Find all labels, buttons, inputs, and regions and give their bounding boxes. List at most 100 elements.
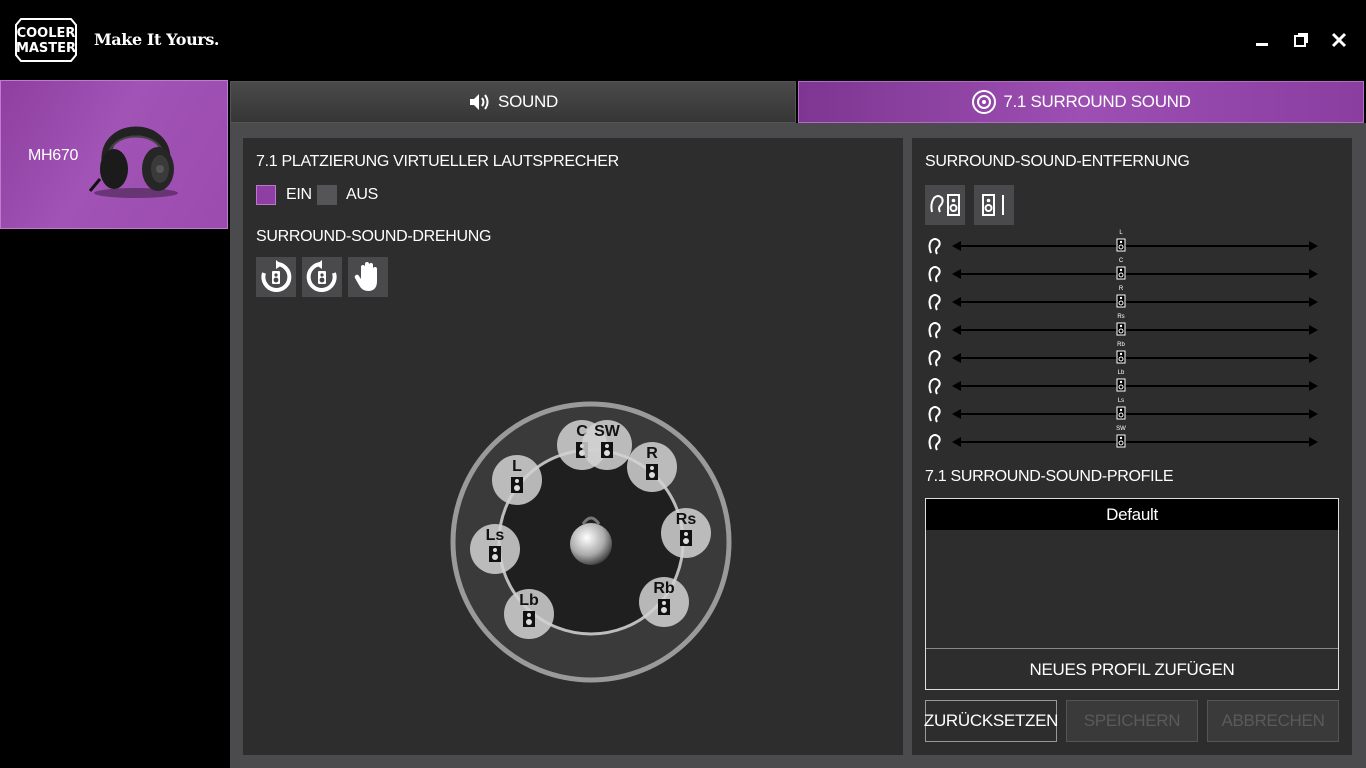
distance-channel-label: Rb bbox=[1117, 342, 1125, 348]
distance-slider-thumb-c[interactable]: C bbox=[1116, 258, 1126, 280]
distance-slider-thumb-l[interactable]: L bbox=[1116, 230, 1126, 252]
distance-heading: SURROUND-SOUND-ENTFERNUNG bbox=[925, 153, 1190, 170]
speaker-rs-label: Rs bbox=[675, 511, 697, 528]
device-card-mh670[interactable]: MH670 bbox=[0, 80, 228, 229]
distance-slider-thumb-r[interactable]: R bbox=[1116, 286, 1126, 308]
placement-off-toggle[interactable] bbox=[317, 185, 337, 205]
distance-channel-label: C bbox=[1118, 258, 1124, 264]
speaker-l[interactable]: L bbox=[492, 455, 542, 505]
speaker-rs[interactable]: Rs bbox=[661, 508, 711, 558]
speaker-icon bbox=[646, 464, 658, 480]
placement-heading: 7.1 PLATZIERUNG VIRTUELLER LAUTSPRECHER bbox=[256, 153, 619, 170]
ear-icon bbox=[928, 266, 941, 283]
distance-slider-track bbox=[952, 381, 1318, 391]
minimize-icon bbox=[1256, 43, 1268, 46]
distance-slider-thumb-rb[interactable]: Rb bbox=[1116, 342, 1126, 364]
speaker-icon bbox=[680, 530, 692, 546]
reset-button[interactable]: ZURÜCKSETZEN bbox=[924, 700, 1058, 742]
close-button[interactable] bbox=[1327, 28, 1351, 52]
ear-icon bbox=[928, 406, 941, 423]
speaker-ls-label: Ls bbox=[485, 527, 505, 544]
profile-list: Default NEUES PROFIL ZUFÜGEN bbox=[925, 498, 1339, 690]
hand-drag-icon bbox=[354, 262, 377, 291]
distance-slider-thumb-rs[interactable]: Rs bbox=[1116, 314, 1126, 336]
distance-slider-thumb-ls[interactable]: Ls bbox=[1116, 398, 1126, 420]
distance-row-rb: Rb bbox=[926, 342, 1320, 368]
minimize-button[interactable] bbox=[1250, 28, 1274, 52]
distance-slider-track bbox=[952, 437, 1318, 447]
profile-item-default[interactable]: Default bbox=[926, 499, 1338, 530]
speaker-icon bbox=[1116, 434, 1126, 448]
ear-icon bbox=[928, 378, 941, 395]
speaker-icon bbox=[1116, 406, 1126, 420]
speaker-icon bbox=[1116, 294, 1126, 308]
ear-icon bbox=[928, 434, 941, 451]
rotation-heading: SURROUND-SOUND-DREHUNG bbox=[256, 228, 492, 245]
speaker-lb[interactable]: Lb bbox=[504, 589, 554, 639]
tab-sound[interactable]: SOUND bbox=[230, 81, 796, 123]
distance-slider-thumb-sw[interactable]: SW bbox=[1116, 426, 1126, 448]
speaker-ls[interactable]: Ls bbox=[470, 524, 520, 574]
ear-speaker-icon bbox=[930, 194, 960, 216]
distance-slider-thumb-lb[interactable]: Lb bbox=[1116, 370, 1126, 392]
speaker-r[interactable]: R bbox=[627, 442, 677, 492]
logo-text-bottom: MASTER bbox=[16, 41, 76, 56]
placement-on-toggle[interactable] bbox=[256, 185, 276, 205]
distance-row-lb: Lb bbox=[926, 370, 1320, 396]
distance-slider-track bbox=[952, 409, 1318, 419]
placement-on-label: EIN bbox=[286, 186, 312, 203]
speaker-line-mode-button[interactable] bbox=[974, 185, 1014, 225]
speaker-icon bbox=[523, 611, 535, 627]
distance-slider-track bbox=[952, 241, 1318, 251]
distance-channel-label: Rs bbox=[1117, 314, 1125, 320]
maximize-icon bbox=[1294, 33, 1308, 47]
distance-row-r: R bbox=[926, 286, 1320, 312]
device-name: MH670 bbox=[28, 147, 79, 164]
tab-surround-sound[interactable]: 7.1 SURROUND SOUND bbox=[798, 81, 1364, 123]
tab-sound-label: SOUND bbox=[498, 92, 558, 111]
rotate-counterclockwise-button[interactable] bbox=[302, 257, 342, 297]
distance-slider-track bbox=[952, 297, 1318, 307]
rotate-counterclockwise-icon bbox=[306, 260, 337, 292]
speaker-icon bbox=[1116, 238, 1126, 252]
speaker-rb[interactable]: Rb bbox=[639, 577, 689, 627]
hand-drag-button[interactable] bbox=[348, 257, 388, 297]
distance-row-sw: SW bbox=[926, 426, 1320, 452]
close-icon bbox=[1331, 32, 1347, 48]
distance-row-rs: Rs bbox=[926, 314, 1320, 340]
add-profile-button[interactable]: NEUES PROFIL ZUFÜGEN bbox=[926, 648, 1338, 690]
speaker-rb-label: Rb bbox=[653, 580, 675, 597]
speaker-icon bbox=[1116, 266, 1126, 280]
logo-text-top: COOLER bbox=[17, 26, 76, 41]
save-button[interactable]: SPEICHERN bbox=[1066, 700, 1198, 742]
speaker-l-label: L bbox=[512, 458, 522, 475]
speaker-icon bbox=[1116, 322, 1126, 336]
distance-channel-label: SW bbox=[1116, 426, 1126, 432]
headset-image bbox=[88, 126, 178, 198]
ear-icon bbox=[928, 294, 941, 311]
distance-channel-label: Ls bbox=[1117, 398, 1125, 404]
speaker-icon bbox=[658, 599, 670, 615]
speaker-volume-icon bbox=[470, 94, 489, 110]
profiles-heading: 7.1 SURROUND-SOUND-PROFILE bbox=[925, 468, 1174, 485]
surround-speaker-icon bbox=[972, 90, 997, 114]
speaker-line-icon bbox=[982, 194, 1004, 216]
distance-row-ls: Ls bbox=[926, 398, 1320, 424]
distance-channel-label: Lb bbox=[1117, 370, 1125, 376]
distance-channel-label: L bbox=[1119, 230, 1123, 236]
speaker-sw[interactable]: SW bbox=[582, 420, 632, 470]
maximize-button[interactable] bbox=[1289, 28, 1313, 52]
speaker-icon bbox=[601, 442, 613, 458]
distance-channel-label: R bbox=[1118, 286, 1124, 292]
distance-slider-track bbox=[952, 353, 1318, 363]
speaker-icon bbox=[1116, 378, 1126, 392]
rotate-clockwise-button[interactable] bbox=[256, 257, 296, 297]
rotate-clockwise-icon bbox=[261, 260, 292, 292]
distance-slider-track bbox=[952, 269, 1318, 279]
tagline: Make It Yours. bbox=[94, 30, 220, 49]
speaker-lb-label: Lb bbox=[519, 592, 539, 609]
speaker-icon bbox=[489, 546, 501, 562]
cancel-button[interactable]: ABBRECHEN bbox=[1207, 700, 1339, 742]
ear-speaker-mode-button[interactable] bbox=[925, 185, 965, 225]
speaker-sw-label: SW bbox=[594, 423, 620, 440]
